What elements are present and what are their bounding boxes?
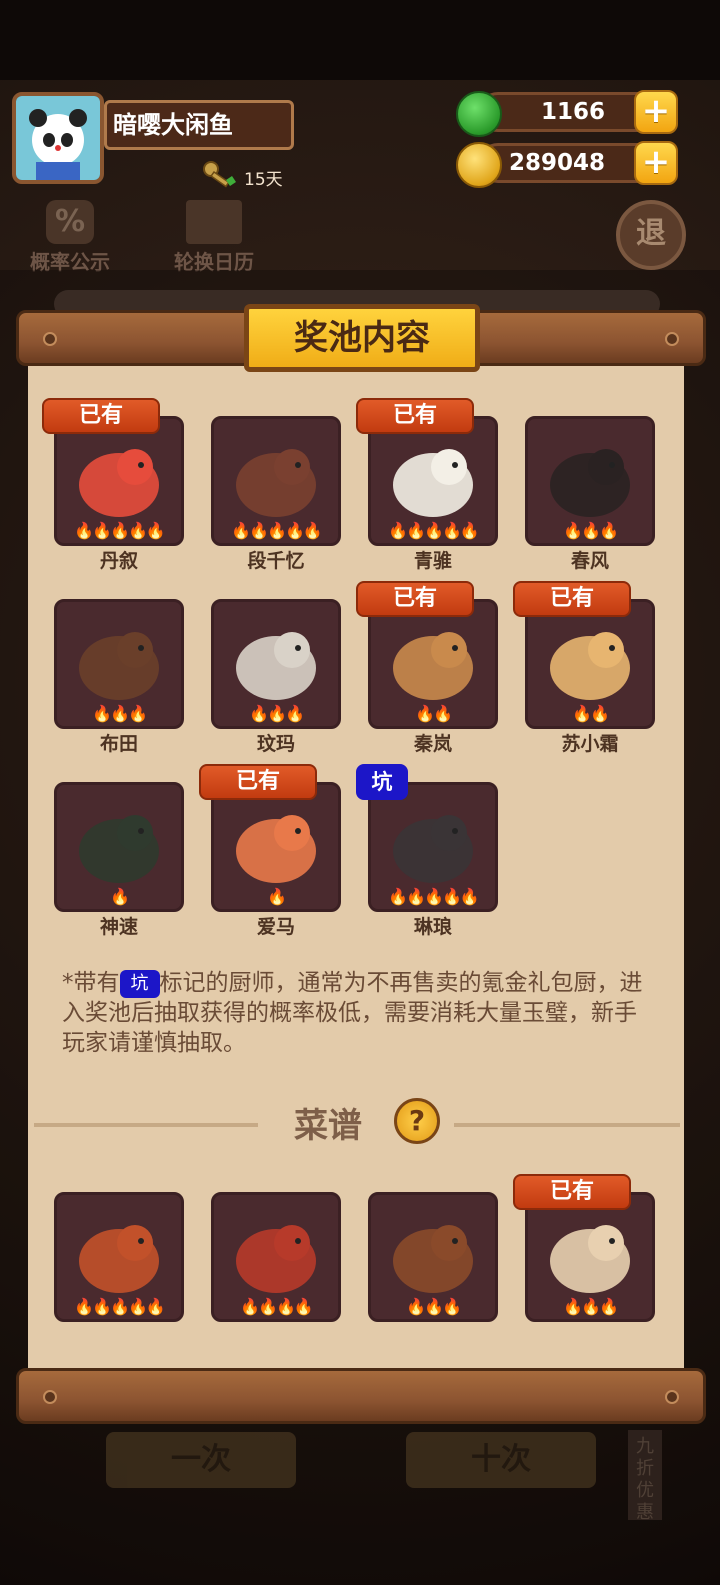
chef-name: 爱马 — [256, 916, 295, 938]
note-prefix: *带有 — [62, 970, 120, 996]
chef-card[interactable]: 🔥🔥🔥🔥🔥 — [54, 416, 184, 546]
chef-name: 段千忆 — [247, 550, 305, 572]
rotation-calendar-button: 轮换日历 — [166, 200, 262, 275]
recipe-grid: 🔥🔥🔥🔥🔥 🔥🔥🔥🔥 🔥🔥🔥 🔥🔥🔥 已有 — [28, 1160, 684, 1340]
rarity-flames-icon: 🔥🔥🔥 — [406, 1297, 462, 1316]
panel-title: 奖池内容 — [244, 304, 480, 372]
pit-note: *带有坑标记的厨师，通常为不再售卖的氪金礼包厨，进入奖池后抽取获得的概率极低，需… — [62, 968, 652, 1058]
add-jade-button[interactable]: + — [634, 90, 678, 134]
coin-icon — [456, 142, 502, 188]
probability-button: % 概率公示 — [22, 200, 118, 275]
chef-grid: 🔥🔥🔥🔥🔥 已有 丹叙 🔥🔥🔥🔥🔥 段千忆 🔥🔥🔥🔥🔥 已有 青骓 🔥🔥🔥 春风 🔥🔥🔥 布田… — [28, 372, 684, 972]
owned-badge: 已有 — [199, 764, 317, 800]
owned-badge: 已有 — [356, 398, 474, 434]
percent-icon: % — [46, 200, 94, 244]
owned-badge: 已有 — [42, 398, 160, 434]
owned-badge: 已有 — [513, 581, 631, 617]
pit-badge: 坑 — [356, 764, 408, 800]
rarity-flames-icon: 🔥🔥🔥 — [563, 1297, 619, 1316]
status-bar-area — [0, 0, 720, 80]
rarity-flames-icon: 🔥 — [110, 887, 130, 906]
owned-badge: 已有 — [356, 581, 474, 617]
chef-card[interactable]: 🔥🔥🔥🔥🔥 — [368, 416, 498, 546]
login-days: 15天 — [244, 170, 283, 190]
jade-counter: 1166 — [478, 92, 658, 132]
divider-left — [34, 1123, 258, 1127]
chef-name: 丹叙 — [99, 550, 138, 572]
help-button[interactable]: ? — [394, 1098, 440, 1144]
calendar-icon — [186, 200, 242, 244]
chef-name: 琳琅 — [413, 916, 452, 938]
chef-card[interactable]: 🔥🔥🔥 — [54, 599, 184, 729]
chef-card[interactable]: 🔥 — [211, 782, 341, 912]
rarity-flames-icon: 🔥🔥🔥🔥🔥 — [388, 887, 480, 906]
chef-name: 青骓 — [413, 550, 452, 572]
chef-card[interactable]: 🔥🔥🔥 — [525, 416, 655, 546]
chef-card[interactable]: 🔥🔥 — [525, 599, 655, 729]
recipe-card[interactable]: 🔥🔥🔥 — [368, 1192, 498, 1322]
chef-card[interactable]: 🔥🔥🔥 — [211, 599, 341, 729]
recipe-card[interactable]: 🔥🔥🔥 — [525, 1192, 655, 1322]
rarity-flames-icon: 🔥🔥🔥🔥🔥 — [74, 1297, 166, 1316]
chef-card[interactable]: 🔥🔥🔥🔥🔥 — [211, 416, 341, 546]
rarity-flames-icon: 🔥🔥 — [415, 704, 453, 723]
rarity-flames-icon: 🔥 — [267, 887, 287, 906]
chef-name: 苏小霜 — [561, 733, 619, 755]
chef-card[interactable]: 🔥🔥🔥🔥🔥 — [368, 782, 498, 912]
chef-name: 神速 — [99, 916, 138, 938]
owned-badge: 已有 — [513, 1174, 631, 1210]
exit-button: 退 — [616, 200, 686, 270]
add-coin-button[interactable]: + — [634, 141, 678, 185]
key-icon — [202, 160, 238, 192]
chef-name: 玟玛 — [256, 733, 295, 755]
chef-name: 春风 — [570, 550, 609, 572]
rarity-flames-icon: 🔥🔥 — [572, 704, 610, 723]
rarity-flames-icon: 🔥🔥🔥🔥🔥 — [74, 521, 166, 540]
rarity-flames-icon: 🔥🔥🔥 — [249, 704, 305, 723]
coin-counter: 289048 — [478, 143, 658, 183]
rarity-flames-icon: 🔥🔥🔥 — [563, 521, 619, 540]
chef-name: 秦岚 — [413, 733, 452, 755]
rarity-flames-icon: 🔥🔥🔥🔥🔥 — [231, 521, 323, 540]
chef-card[interactable]: 🔥 — [54, 782, 184, 912]
recipe-card[interactable]: 🔥🔥🔥🔥🔥 — [54, 1192, 184, 1322]
rarity-flames-icon: 🔥🔥🔥 — [92, 704, 148, 723]
rarity-flames-icon: 🔥🔥🔥🔥 — [240, 1297, 314, 1316]
player-name[interactable]: 暗嘤大闲鱼 — [104, 100, 294, 150]
player-avatar[interactable] — [12, 92, 104, 184]
recipe-card[interactable]: 🔥🔥🔥🔥 — [211, 1192, 341, 1322]
panda-avatar-icon — [16, 96, 100, 180]
chef-name: 布田 — [99, 733, 138, 755]
scroll-bottom-rod — [16, 1368, 706, 1424]
recipes-title: 菜谱 — [294, 1106, 362, 1146]
chef-card[interactable]: 🔥🔥 — [368, 599, 498, 729]
divider-right — [454, 1123, 680, 1127]
jade-icon — [456, 91, 502, 137]
pit-inline-badge: 坑 — [119, 969, 160, 998]
rarity-flames-icon: 🔥🔥🔥🔥🔥 — [388, 521, 480, 540]
